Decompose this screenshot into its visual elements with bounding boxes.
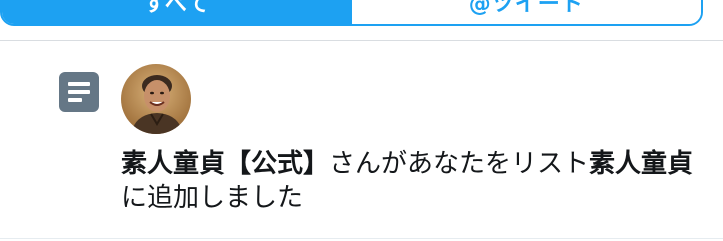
row-divider xyxy=(0,238,723,239)
tab-mentions[interactable]: @ツイート xyxy=(351,0,701,24)
list-name[interactable]: 素人童貞 xyxy=(589,149,693,179)
list-icon xyxy=(59,72,99,112)
tab-all[interactable]: すべて xyxy=(2,0,352,24)
notification-item[interactable]: 素人童貞【公式】さんがあなたをリスト素人童貞に追加しました xyxy=(0,41,723,241)
notification-message: 素人童貞【公式】さんがあなたをリスト素人童貞に追加しました xyxy=(121,147,701,215)
message-end: に追加しました xyxy=(121,183,304,213)
tab-mentions-label: @ツイート xyxy=(468,0,584,17)
user-name[interactable]: 素人童貞【公式】 xyxy=(121,149,329,179)
notification-filter-tabs: すべて @ツイート xyxy=(0,0,703,26)
user-avatar[interactable] xyxy=(121,64,191,134)
message-middle: さんがあなたをリスト xyxy=(329,149,590,179)
tab-all-label: すべて xyxy=(143,0,211,17)
